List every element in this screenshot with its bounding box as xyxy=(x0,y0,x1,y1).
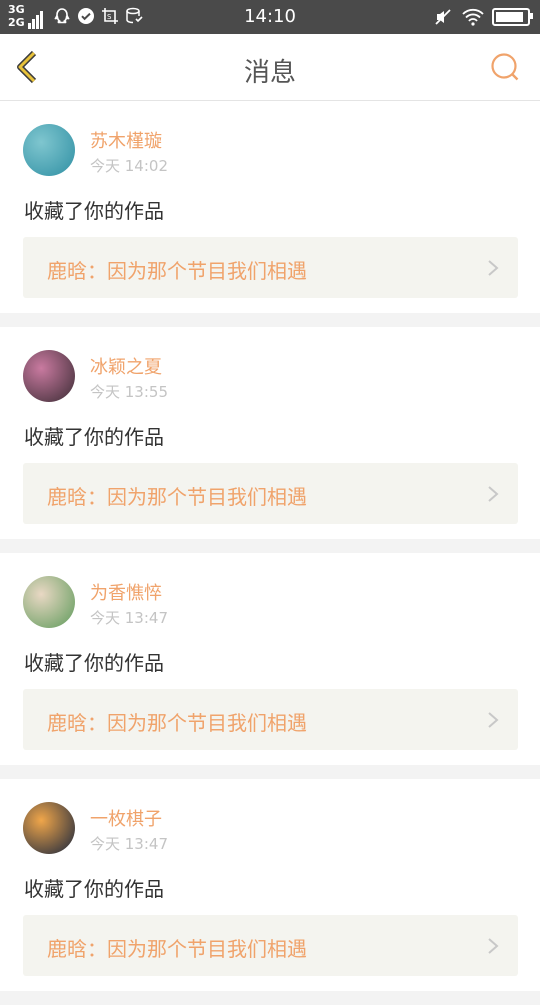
message-action: 收藏了你的作品 xyxy=(24,425,164,449)
user-name[interactable]: 一枚棋子 xyxy=(90,805,162,831)
work-title: 鹿晗：因为那个节目我们相遇 xyxy=(47,711,307,735)
search-button[interactable] xyxy=(490,52,520,82)
work-link[interactable]: 鹿晗：因为那个节目我们相遇 xyxy=(23,915,518,976)
chevron-right-icon xyxy=(488,712,499,728)
message-card: 冰颖之夏 今天 13:55 收藏了你的作品 鹿晗：因为那个节目我们相遇 xyxy=(0,327,540,539)
message-time: 今天 13:55 xyxy=(90,383,168,401)
avatar[interactable] xyxy=(23,124,75,176)
work-title: 鹿晗：因为那个节目我们相遇 xyxy=(47,485,307,509)
work-title: 鹿晗：因为那个节目我们相遇 xyxy=(47,937,307,961)
chevron-right-icon xyxy=(488,486,499,502)
message-action: 收藏了你的作品 xyxy=(24,199,164,223)
nav-bar: 消息 xyxy=(0,34,540,101)
work-link[interactable]: 鹿晗：因为那个节目我们相遇 xyxy=(23,237,518,298)
chevron-right-icon xyxy=(488,938,499,954)
wifi-icon xyxy=(462,8,484,26)
message-action: 收藏了你的作品 xyxy=(24,651,164,675)
message-card: 一枚棋子 今天 13:47 收藏了你的作品 鹿晗：因为那个节目我们相遇 xyxy=(0,779,540,991)
message-time: 今天 14:02 xyxy=(90,157,168,175)
avatar[interactable] xyxy=(23,350,75,402)
message-list: 苏木槿璇 今天 14:02 收藏了你的作品 鹿晗：因为那个节目我们相遇 冰颖之夏… xyxy=(0,101,540,1005)
message-card: 为香憔悴 今天 13:47 收藏了你的作品 鹿晗：因为那个节目我们相遇 xyxy=(0,553,540,765)
work-link[interactable]: 鹿晗：因为那个节目我们相遇 xyxy=(23,689,518,750)
chevron-right-icon xyxy=(488,260,499,276)
battery-fill xyxy=(496,12,523,22)
message-action: 收藏了你的作品 xyxy=(24,877,164,901)
message-time: 今天 13:47 xyxy=(90,835,168,853)
message-card: 苏木槿璇 今天 14:02 收藏了你的作品 鹿晗：因为那个节目我们相遇 xyxy=(0,101,540,313)
user-name[interactable]: 冰颖之夏 xyxy=(90,353,162,379)
user-name[interactable]: 苏木槿璇 xyxy=(90,127,162,153)
avatar[interactable] xyxy=(23,802,75,854)
avatar[interactable] xyxy=(23,576,75,628)
work-title: 鹿晗：因为那个节目我们相遇 xyxy=(47,259,307,283)
user-name[interactable]: 为香憔悴 xyxy=(90,579,162,605)
status-right xyxy=(428,8,533,26)
status-bar: 3G 2G S 14:10 xyxy=(0,0,540,34)
page-title: 消息 xyxy=(243,58,296,88)
battery-icon xyxy=(492,8,533,26)
message-time: 今天 13:47 xyxy=(90,609,168,627)
mute-icon xyxy=(434,8,452,26)
work-link[interactable]: 鹿晗：因为那个节目我们相遇 xyxy=(23,463,518,524)
search-icon xyxy=(491,53,519,81)
